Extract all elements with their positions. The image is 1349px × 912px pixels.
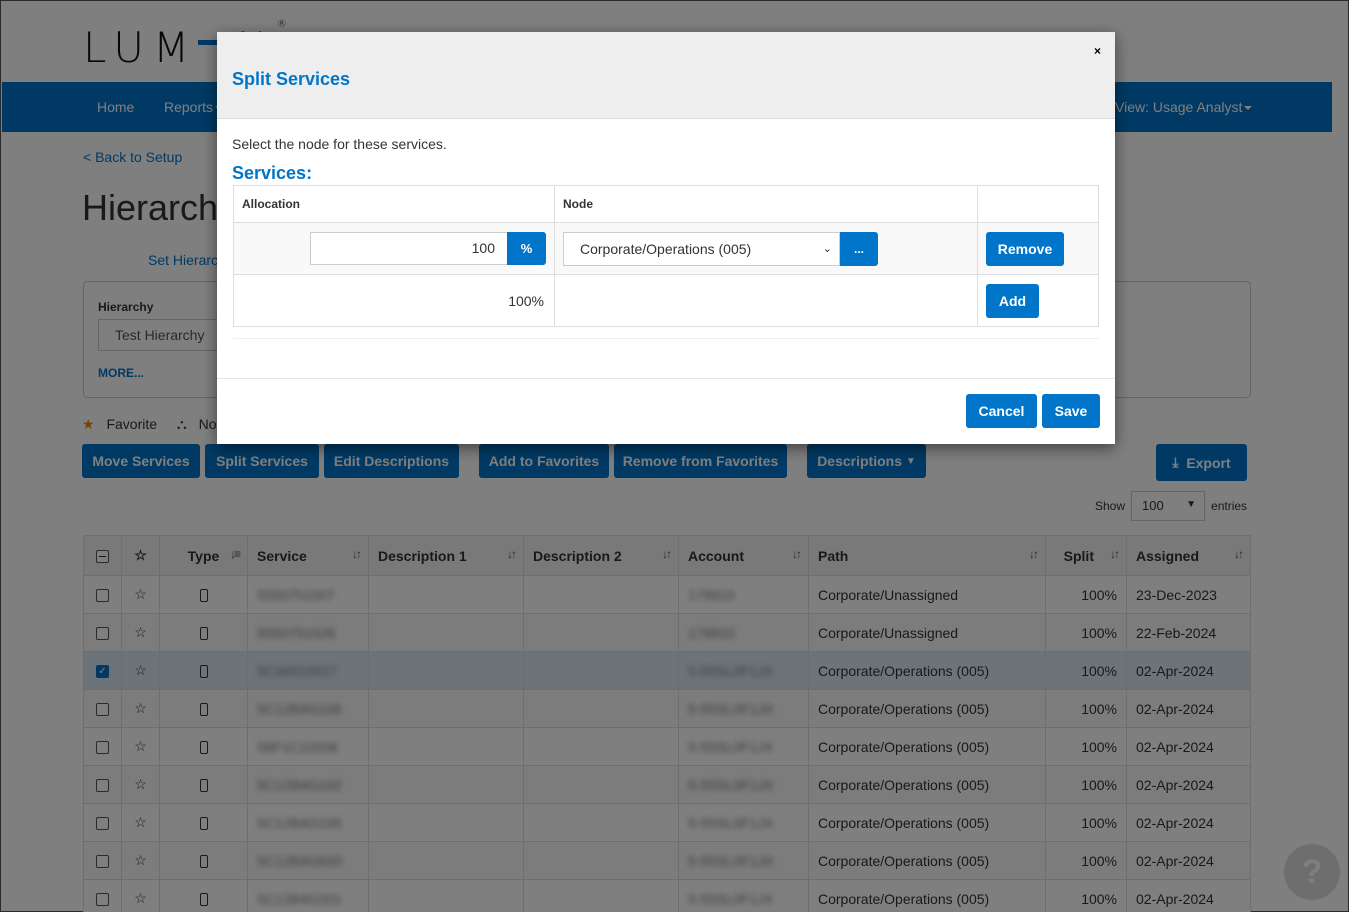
save-button[interactable]: Save (1042, 394, 1100, 428)
node-header: Node (554, 185, 978, 223)
node-select-value: Corporate/Operations (005) (580, 240, 752, 257)
chevron-down-icon: ⌄ (822, 242, 832, 255)
remove-cell: Remove (977, 222, 1099, 275)
allocation-cell: 100 % (233, 222, 555, 275)
allocation-total: 100% (233, 274, 555, 327)
node-select[interactable]: Corporate/Operations (005) ⌄ (563, 231, 840, 266)
remove-button[interactable]: Remove (986, 231, 1064, 266)
split-allocation-table: Allocation Node 100 % Corporate/Operatio… (233, 185, 1099, 327)
actions-header (977, 185, 1099, 223)
modal-footer (217, 378, 1115, 379)
divider (233, 338, 1099, 339)
add-button[interactable]: Add (986, 283, 1039, 318)
empty-cell (554, 274, 978, 327)
modal-title: Split Services (232, 69, 351, 89)
cancel-button[interactable]: Cancel (966, 394, 1037, 428)
modal-header: Split Services × (217, 32, 1115, 119)
allocation-header: Allocation (233, 185, 555, 223)
modal-description: Select the node for these services. (232, 136, 447, 152)
percent-unit-button[interactable]: % (507, 232, 546, 265)
add-cell: Add (977, 274, 1099, 327)
close-icon[interactable]: × (1094, 44, 1101, 58)
split-services-modal: Split Services × Select the node for the… (217, 32, 1115, 444)
browse-nodes-button[interactable]: ... (840, 231, 878, 266)
total-row: 100% Add (233, 274, 1099, 327)
allocation-row: 100 % Corporate/Operations (005) ⌄ ... Re… (233, 222, 1099, 275)
allocation-input[interactable]: 100 (310, 232, 507, 265)
split-header-row: Allocation Node (233, 185, 1099, 223)
services-heading: Services: (232, 163, 313, 183)
node-cell: Corporate/Operations (005) ⌄ ... (554, 222, 978, 275)
